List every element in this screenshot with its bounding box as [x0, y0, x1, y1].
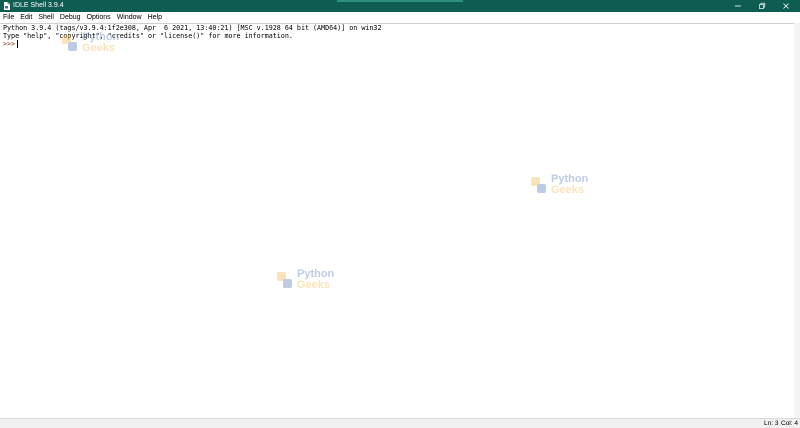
menu-edit[interactable]: Edit	[17, 12, 35, 23]
shell-text-area[interactable]: Python 3.9.4 (tags/v3.9.4:1f2e308, Apr 6…	[0, 23, 800, 418]
menu-options[interactable]: Options	[84, 12, 114, 23]
status-line-number: Ln: 3	[764, 420, 779, 427]
close-button[interactable]	[774, 0, 798, 12]
shell-prompt: >>>	[3, 40, 16, 48]
minimize-button[interactable]	[726, 0, 750, 12]
shell-info-line: Type "help", "copyright", "credits" or "…	[3, 32, 293, 40]
status-bar: Ln: 3 Col: 4	[0, 418, 800, 428]
shell-prompt-line[interactable]: >>>	[3, 40, 19, 48]
title-bar[interactable]: IDLE Shell 3.9.4	[0, 0, 800, 12]
watermark: Python Geeks	[60, 32, 119, 54]
menu-window[interactable]: Window	[114, 12, 145, 23]
python-logo-icon	[62, 35, 77, 51]
menu-bar: File Edit Shell Debug Options Window Hel…	[0, 12, 800, 23]
menu-file[interactable]: File	[0, 12, 17, 23]
watermark: Python Geeks	[275, 269, 334, 291]
idle-shell-window: IDLE Shell 3.9.4 File Edit Shell Debug O…	[0, 0, 800, 428]
menu-shell[interactable]: Shell	[35, 12, 57, 23]
vertical-scrollbar[interactable]	[794, 23, 800, 418]
shell-banner-line: Python 3.9.4 (tags/v3.9.4:1f2e308, Apr 6…	[3, 24, 382, 32]
menu-debug[interactable]: Debug	[57, 12, 84, 23]
python-logo-icon	[531, 177, 546, 193]
close-icon	[783, 3, 789, 9]
watermark-word2: Geeks	[551, 184, 585, 196]
maximize-button[interactable]	[750, 0, 774, 12]
python-logo-icon	[277, 272, 292, 288]
maximize-icon	[759, 2, 766, 9]
watermark-word2: Geeks	[82, 42, 116, 54]
watermark: Python Geeks	[529, 174, 588, 196]
window-title: IDLE Shell 3.9.4	[13, 2, 64, 9]
minimize-icon	[735, 5, 741, 7]
status-column-number: Col: 4	[781, 420, 798, 427]
watermark-word2: Geeks	[297, 279, 331, 291]
title-bar-accent	[337, 0, 463, 2]
text-cursor	[17, 40, 19, 48]
menu-help[interactable]: Help	[145, 12, 165, 23]
idle-file-icon	[4, 2, 10, 10]
